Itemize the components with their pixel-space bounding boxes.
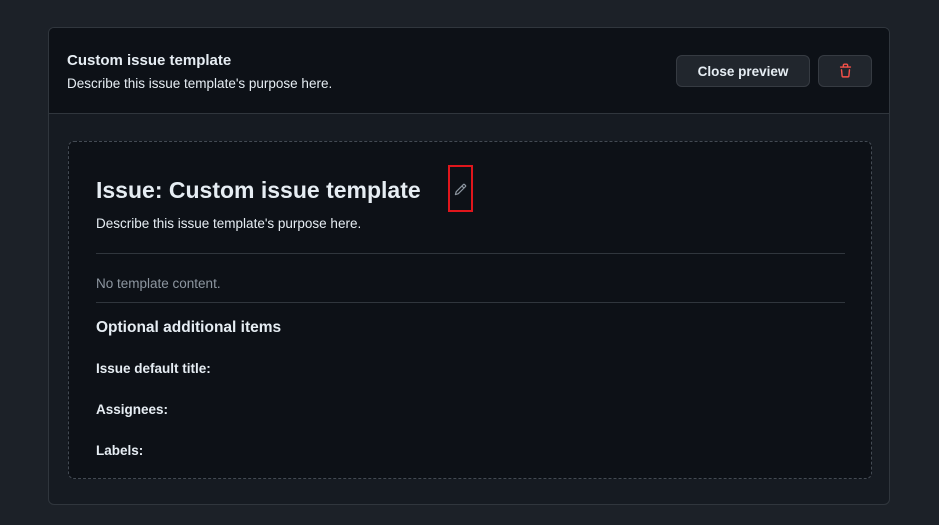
trash-icon	[839, 63, 852, 78]
template-panel: Custom issue template Describe this issu…	[48, 27, 890, 505]
template-preview: Issue: Custom issue template Describe th…	[68, 141, 872, 479]
template-header: Custom issue template Describe this issu…	[49, 28, 889, 114]
pencil-icon	[454, 183, 467, 196]
preview-description: Describe this issue template's purpose h…	[96, 216, 362, 231]
close-preview-button[interactable]: Close preview	[676, 55, 810, 87]
default-title-label: Issue default title:	[96, 361, 211, 376]
delete-template-button[interactable]	[818, 55, 872, 87]
assignees-label: Assignees:	[96, 402, 169, 417]
divider	[96, 253, 845, 254]
template-description: Describe this issue template's purpose h…	[67, 76, 333, 91]
template-name: Custom issue template	[67, 52, 232, 69]
divider	[96, 302, 845, 303]
optional-items-heading: Optional additional items	[96, 319, 282, 336]
edit-title-button[interactable]	[448, 165, 473, 212]
empty-content-message: No template content.	[96, 276, 221, 291]
labels-label: Labels:	[96, 443, 144, 458]
preview-title: Issue: Custom issue template	[96, 177, 421, 203]
